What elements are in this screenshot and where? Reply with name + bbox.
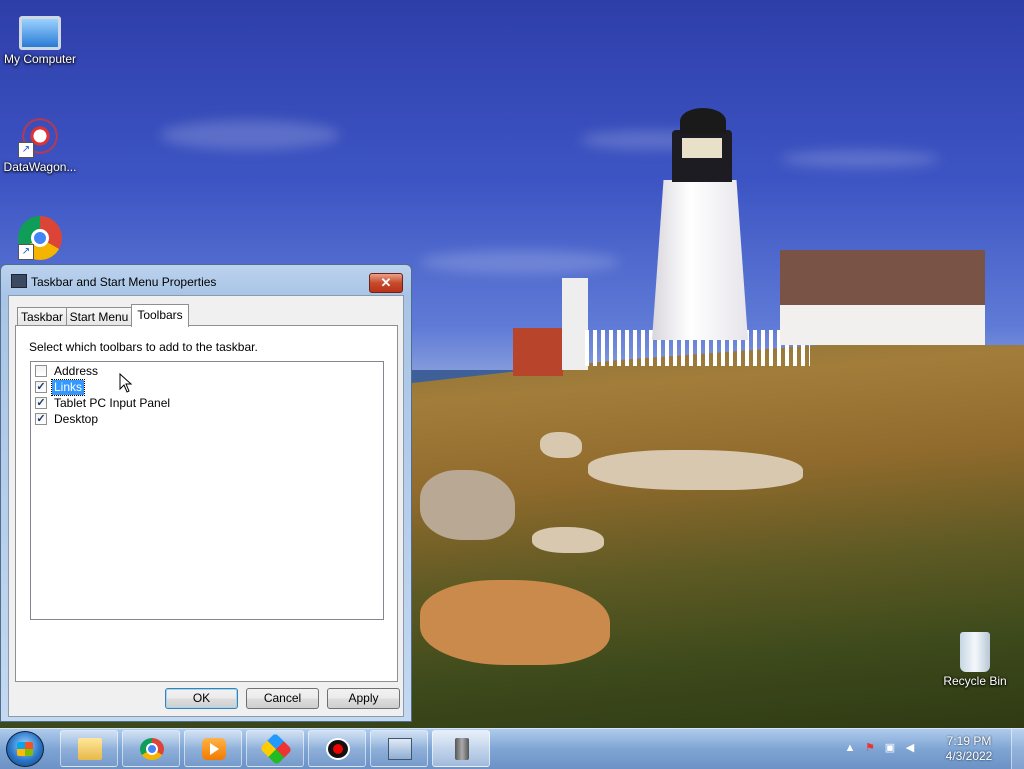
- list-item-address[interactable]: Address: [35, 364, 375, 380]
- tab-toolbars[interactable]: Toolbars: [131, 304, 189, 327]
- dialog-titlebar[interactable]: Taskbar and Start Menu Properties ✕: [1, 265, 411, 295]
- toolbars-list[interactable]: Address ✓ Links ✓ Tablet PC Input Panel …: [30, 361, 384, 620]
- desktop-icon-chrome[interactable]: ↗: [0, 216, 80, 262]
- network-icon[interactable]: ▣: [883, 741, 897, 755]
- taskbar-properties-dialog: Taskbar and Start Menu Properties ✕ Task…: [0, 264, 412, 722]
- desktop-icon-label: DataWagon...: [3, 160, 77, 174]
- list-item-label: Links: [50, 379, 86, 396]
- chevron-up-icon[interactable]: ▲: [843, 741, 857, 755]
- list-item-links[interactable]: ✓ Links: [35, 379, 375, 396]
- start-button[interactable]: [6, 731, 44, 767]
- list-item-label: Address: [54, 364, 99, 378]
- checkbox-desktop[interactable]: ✓: [35, 413, 47, 425]
- rock: [420, 470, 515, 540]
- volume-icon[interactable]: ◀: [903, 741, 917, 755]
- close-button[interactable]: ✕: [369, 273, 403, 293]
- show-desktop-button[interactable]: [1011, 729, 1024, 769]
- rock: [588, 450, 803, 490]
- action-center-flag-icon[interactable]: ⚑: [863, 741, 877, 755]
- recycle-bin-icon: [960, 632, 990, 672]
- clock[interactable]: 7:19 PM 4/3/2022: [934, 734, 1004, 764]
- mouse-cursor-icon: [119, 372, 133, 393]
- desktop-icon-datawagon[interactable]: ↗ DataWagon...: [0, 114, 80, 174]
- list-item-label: Desktop: [54, 412, 99, 426]
- system-tray: ▲ ⚑ ▣ ◀ 7:19 PM 4/3/2022: [839, 729, 1024, 769]
- tab-start-menu[interactable]: Start Menu: [66, 307, 132, 326]
- clock-time: 7:19 PM: [946, 734, 992, 748]
- server-icon: [455, 738, 469, 760]
- instruction-text: Select which toolbars to add to the task…: [29, 340, 258, 354]
- shortcut-arrow-icon: ↗: [18, 142, 34, 158]
- cloud: [780, 150, 940, 168]
- lighthouse-cap: [680, 108, 726, 134]
- media-player-icon: [202, 738, 226, 760]
- taskbar-button-photos[interactable]: [246, 730, 304, 767]
- chrome-icon: ↗: [18, 216, 62, 260]
- lighthouse-glass: [682, 138, 722, 158]
- list-item-tablet-pc-input-panel[interactable]: ✓ Tablet PC Input Panel: [35, 396, 375, 412]
- dialog-title: Taskbar and Start Menu Properties: [31, 275, 217, 289]
- cloud: [420, 250, 620, 274]
- checkbox-tablet-pc-input-panel[interactable]: ✓: [35, 397, 47, 409]
- checkbox-address[interactable]: [35, 365, 47, 377]
- rock: [532, 527, 604, 553]
- chrome-icon: [140, 738, 164, 760]
- desktop-icon-label: Recycle Bin: [943, 674, 1007, 688]
- desktop-icon-my-computer[interactable]: My Computer: [0, 8, 80, 66]
- photos-icon: [259, 732, 293, 766]
- dialog-client-area: Taskbar Start Menu Toolbars Select which…: [8, 295, 404, 717]
- taskbar-button-chrome[interactable]: [122, 730, 180, 767]
- rock: [540, 432, 582, 458]
- taskbar: ▲ ⚑ ▣ ◀ 7:19 PM 4/3/2022: [0, 728, 1024, 769]
- lighthouse-tower: [652, 180, 748, 340]
- ok-button[interactable]: OK: [165, 688, 238, 709]
- cancel-button[interactable]: Cancel: [246, 688, 319, 709]
- toolbars-tab-panel: Select which toolbars to add to the task…: [15, 325, 398, 682]
- windows-explorer-icon: [78, 738, 102, 760]
- taskbar-button-recorder[interactable]: [308, 730, 366, 767]
- list-item-desktop[interactable]: ✓ Desktop: [35, 412, 375, 428]
- apply-button[interactable]: Apply: [327, 688, 400, 709]
- tab-taskbar[interactable]: Taskbar: [17, 307, 67, 326]
- control-panel-icon: [388, 738, 412, 760]
- taskbar-button-control-panel[interactable]: [370, 730, 428, 767]
- rock: [420, 580, 610, 665]
- house-roof: [780, 250, 985, 305]
- list-item-label: Tablet PC Input Panel: [54, 396, 171, 410]
- taskbar-button-explorer[interactable]: [60, 730, 118, 767]
- computer-icon: [19, 16, 61, 50]
- desktop-icon-recycle-bin[interactable]: Recycle Bin: [935, 632, 1015, 688]
- desktop-icon-label: My Computer: [3, 52, 77, 66]
- taskbar-button-media-player[interactable]: [184, 730, 242, 767]
- datawagon-icon: ↗: [18, 114, 62, 158]
- shortcut-arrow-icon: ↗: [18, 244, 34, 260]
- taskbar-properties-icon: [11, 274, 27, 288]
- clock-date: 4/3/2022: [945, 749, 993, 763]
- taskbar-button-properties-active[interactable]: [432, 730, 490, 767]
- cloud: [160, 120, 340, 150]
- record-icon: [326, 738, 350, 760]
- red-shed: [513, 328, 563, 376]
- checkbox-links[interactable]: ✓: [35, 381, 47, 393]
